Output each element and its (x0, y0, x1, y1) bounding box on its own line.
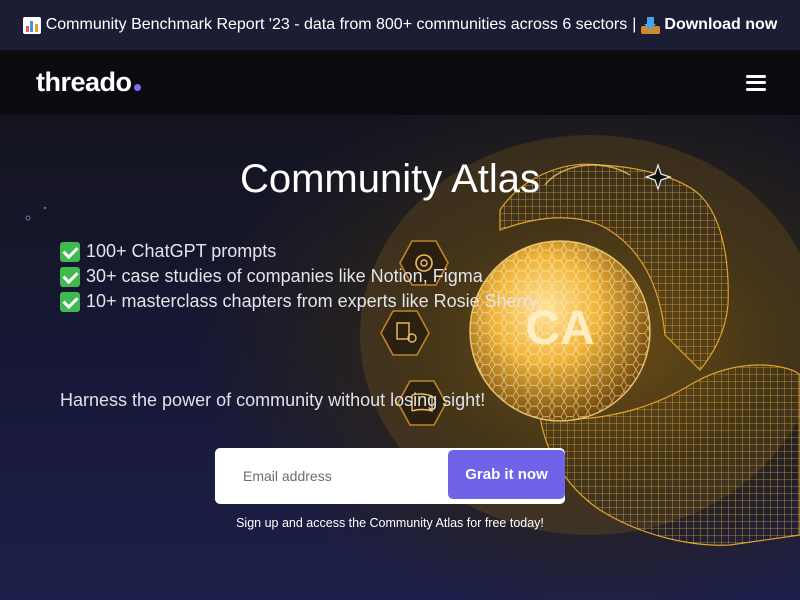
banner-separator: | (632, 16, 637, 33)
page-title: Community Atlas (239, 157, 541, 201)
hamburger-menu-icon[interactable] (746, 74, 766, 91)
signup-note: Sign up and access the Community Atlas f… (236, 516, 544, 530)
check-mark-icon (60, 241, 80, 262)
feature-list: 100+ ChatGPT prompts 30+ case studies of… (60, 239, 538, 314)
list-item: 30+ case studies of companies like Notio… (60, 264, 538, 289)
threado-logo[interactable]: threado (36, 67, 141, 98)
grab-it-now-button[interactable]: Grab it now (448, 450, 565, 499)
list-item: 100+ ChatGPT prompts (60, 239, 538, 264)
hero-tagline: Harness the power of community without l… (60, 390, 486, 410)
hero-section: CA Community Atlas 100+ ChatGPT prompts … (0, 115, 800, 600)
check-mark-icon (60, 291, 80, 312)
signup-form: Grab it now (215, 448, 565, 504)
check-mark-icon (60, 266, 80, 287)
announcement-banner[interactable]: Community Benchmark Report '23 - data fr… (0, 0, 800, 50)
top-navigation: threado (0, 50, 800, 115)
list-item: 10+ masterclass chapters from experts li… (60, 289, 538, 314)
banner-text: Community Benchmark Report '23 - data fr… (45, 16, 628, 33)
bar-chart-icon (22, 16, 41, 34)
email-input[interactable] (243, 464, 443, 488)
inbox-tray-icon (641, 16, 661, 34)
download-report-link[interactable]: Download now (664, 16, 777, 34)
